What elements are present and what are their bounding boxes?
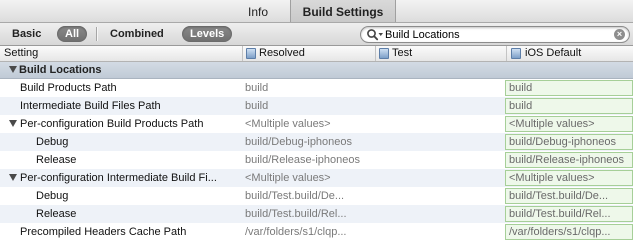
- resolved-value: build/Test.build/Rel...: [245, 208, 347, 220]
- disclosure-triangle-icon[interactable]: [9, 174, 17, 181]
- column-ios-default[interactable]: iOS Default: [525, 46, 581, 61]
- column-test[interactable]: Test: [392, 46, 412, 61]
- table-row[interactable]: Build Products Path build build: [0, 79, 633, 97]
- ios-default-value[interactable]: <Multiple values>: [505, 116, 633, 132]
- target-icon: [511, 48, 521, 59]
- search-input[interactable]: [385, 28, 610, 41]
- setting-name: Debug: [36, 190, 69, 202]
- setting-name: Per-configuration Intermediate Build Fi.…: [20, 172, 217, 184]
- table-row[interactable]: Debug build/Test.build/De... build/Test.…: [0, 187, 633, 205]
- setting-name: Debug: [36, 136, 69, 148]
- table-row[interactable]: Release build/Release-iphoneos build/Rel…: [0, 151, 633, 169]
- filter-levels-button[interactable]: Levels: [182, 26, 233, 42]
- column-divider: [375, 46, 376, 61]
- filter-combined-button[interactable]: Combined: [110, 26, 164, 42]
- tab-info[interactable]: Info: [225, 0, 291, 22]
- ios-default-value[interactable]: build/Debug-iphoneos: [505, 134, 633, 150]
- clear-search-icon[interactable]: ×: [614, 29, 625, 40]
- ios-default-value[interactable]: build/Release-iphoneos: [505, 152, 633, 168]
- editor-tab-bar: Info Build Settings: [0, 0, 633, 23]
- target-icon: [246, 48, 256, 59]
- filter-basic-button[interactable]: Basic: [12, 26, 41, 42]
- target-icon: [379, 48, 389, 59]
- column-divider: [242, 46, 243, 61]
- resolved-value: /var/folders/s1/clqp...: [245, 226, 347, 238]
- filter-all-button[interactable]: All: [57, 26, 88, 42]
- resolved-value: build/Test.build/De...: [245, 190, 345, 202]
- disclosure-triangle-icon[interactable]: [9, 66, 17, 73]
- column-header-row: Setting Resolved Test iOS Default: [0, 46, 633, 62]
- resolved-value: build/Release-iphoneos: [245, 154, 360, 166]
- tab-build-settings[interactable]: Build Settings: [290, 0, 396, 22]
- setting-name: Release: [36, 154, 77, 166]
- resolved-value: <Multiple values>: [245, 118, 331, 130]
- resolved-value: build: [245, 100, 269, 112]
- table-row[interactable]: Per-configuration Intermediate Build Fi.…: [0, 169, 633, 187]
- ios-default-value[interactable]: <Multiple values>: [505, 170, 633, 186]
- resolved-value: build/Debug-iphoneos: [245, 136, 353, 148]
- resolved-value: <Multiple values>: [245, 172, 331, 184]
- table-row[interactable]: Debug build/Debug-iphoneos build/Debug-i…: [0, 133, 633, 151]
- setting-name: Build Products Path: [20, 82, 117, 94]
- setting-name: Intermediate Build Files Path: [20, 100, 161, 112]
- setting-name: Release: [36, 208, 77, 220]
- setting-name: Precompiled Headers Cache Path: [20, 226, 187, 238]
- filter-bar: Basic All Combined Levels ×: [0, 23, 633, 46]
- group-build-locations[interactable]: Build Locations: [0, 62, 633, 79]
- column-resolved[interactable]: Resolved: [259, 46, 305, 61]
- table-row[interactable]: Release build/Test.build/Rel... build/Te…: [0, 205, 633, 223]
- column-divider: [506, 46, 507, 61]
- disclosure-triangle-icon[interactable]: [9, 120, 17, 127]
- table-row[interactable]: Precompiled Headers Cache Path /var/fold…: [0, 223, 633, 241]
- settings-table: Build Products Path build build Intermed…: [0, 79, 633, 241]
- table-row[interactable]: Intermediate Build Files Path build buil…: [0, 97, 633, 115]
- group-title: Build Locations: [19, 64, 102, 76]
- filter-divider: [96, 27, 97, 41]
- table-row[interactable]: Per-configuration Build Products Path <M…: [0, 115, 633, 133]
- column-setting[interactable]: Setting: [4, 46, 38, 61]
- ios-default-value[interactable]: /var/folders/s1/clqp...: [505, 224, 633, 240]
- ios-default-value[interactable]: build/Test.build/De...: [505, 188, 633, 204]
- ios-default-value[interactable]: build: [505, 98, 633, 114]
- ios-default-value[interactable]: build/Test.build/Rel...: [505, 206, 633, 222]
- search-field[interactable]: ×: [360, 26, 630, 43]
- resolved-value: build: [245, 82, 269, 94]
- setting-name: Per-configuration Build Products Path: [20, 118, 204, 130]
- magnifier-dropdown-icon[interactable]: [366, 28, 384, 42]
- ios-default-value[interactable]: build: [505, 80, 633, 96]
